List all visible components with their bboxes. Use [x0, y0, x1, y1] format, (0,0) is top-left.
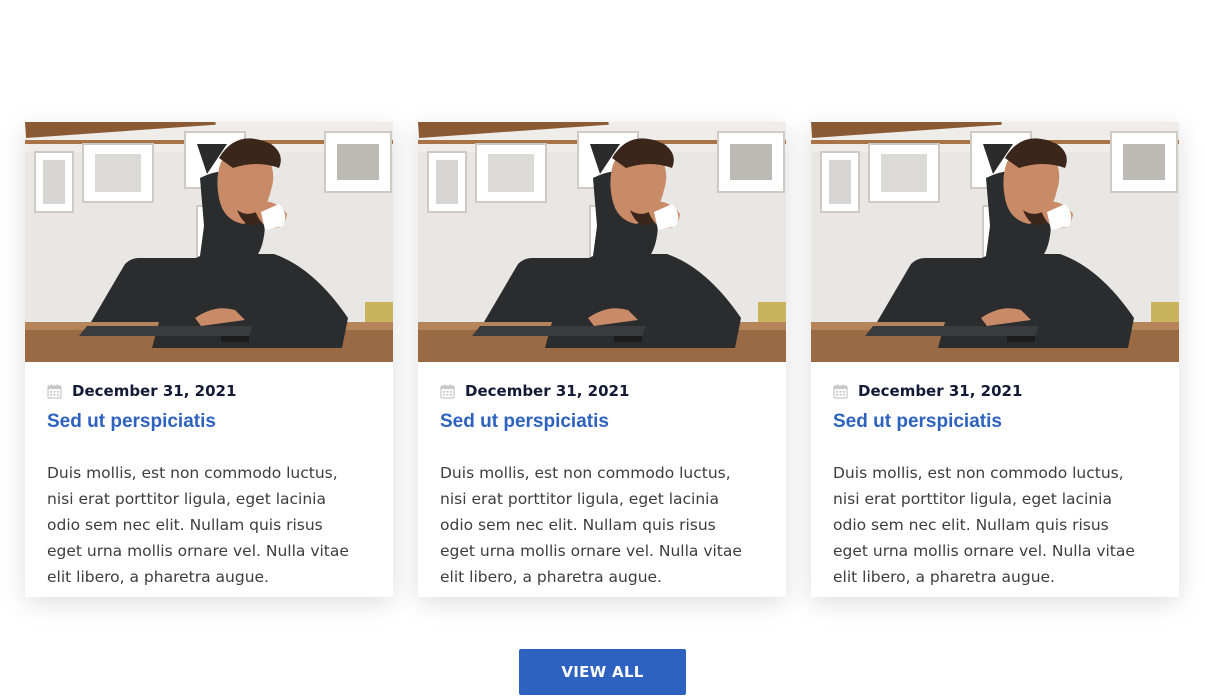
post-date: December 31, 2021	[465, 382, 630, 400]
man-drinking-coffee-at-laptop-photo[interactable]	[811, 122, 1179, 362]
blog-card[interactable]: December 31, 2021 Sed ut perspiciatis Du…	[811, 122, 1179, 597]
blog-card-list: December 31, 2021 Sed ut perspiciatis Du…	[25, 122, 1179, 597]
post-date: December 31, 2021	[858, 382, 1023, 400]
calendar-icon	[833, 384, 848, 399]
man-drinking-coffee-at-laptop-photo[interactable]	[25, 122, 393, 362]
post-title-link[interactable]: Sed ut perspiciatis	[833, 411, 1002, 433]
post-title-link[interactable]: Sed ut perspiciatis	[47, 411, 216, 433]
post-date: December 31, 2021	[72, 382, 237, 400]
view-all-button[interactable]: VIEW ALL	[519, 649, 686, 695]
man-drinking-coffee-at-laptop-photo[interactable]	[418, 122, 786, 362]
post-excerpt: Duis mollis, est non commodo luctus, nis…	[47, 464, 349, 586]
calendar-icon	[440, 384, 455, 399]
post-excerpt: Duis mollis, est non commodo luctus, nis…	[833, 464, 1135, 586]
post-meta: December 31, 2021	[47, 382, 236, 400]
post-excerpt: Duis mollis, est non commodo luctus, nis…	[440, 464, 742, 586]
blog-card[interactable]: December 31, 2021 Sed ut perspiciatis Du…	[418, 122, 786, 597]
post-meta: December 31, 2021	[440, 382, 629, 400]
blog-card[interactable]: December 31, 2021 Sed ut perspiciatis Du…	[25, 122, 393, 597]
post-title-link[interactable]: Sed ut perspiciatis	[440, 411, 609, 433]
calendar-icon	[47, 384, 62, 399]
post-meta: December 31, 2021	[833, 382, 1022, 400]
